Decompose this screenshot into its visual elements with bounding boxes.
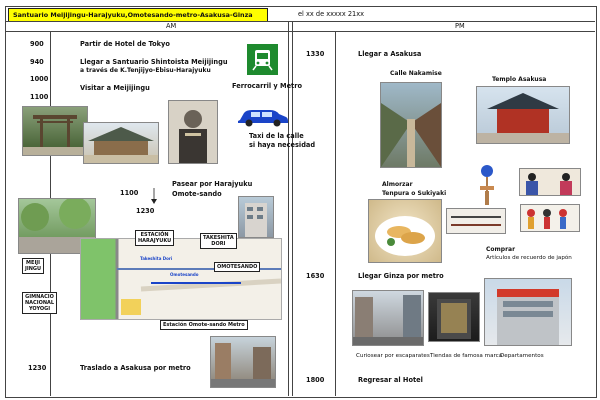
pm-label: PM [455, 22, 465, 30]
asakusa-temple-photo [476, 86, 570, 144]
calle-nakamise-label: Calle Nakamise [390, 70, 442, 77]
map-label-gimnacio: GIMNACIO NACIONAL YOYOGI [22, 292, 58, 314]
event-940-a: Llegar a Santuario Shintoista Meijijingu [80, 58, 228, 66]
almorzar-label: Almorzar [382, 181, 413, 188]
map-label-omotesando: OMOTESANDO [214, 262, 261, 272]
map-road-omotesando: Omotesando [170, 272, 199, 277]
ginza-caption-1: Curiosear por escaparates [356, 353, 430, 359]
kimono-dolls-photo [519, 168, 581, 196]
down-arrow-icon [151, 188, 157, 204]
ginza-caption-3: Departamentos [500, 353, 544, 359]
torii-gate-photo [22, 106, 88, 156]
omotesando-building-photo [238, 196, 274, 238]
header-title: Santuario Meijijingu-Harajyuku,Omotesand… [13, 11, 253, 19]
time-1630: 1630 [306, 272, 325, 280]
header-divider [5, 21, 595, 22]
katana-photo [446, 208, 506, 234]
map-label-estacion: ESTACIÓN HARAJYUKU [135, 230, 175, 246]
taxi-label-a: Taxi de la calle [249, 132, 304, 140]
event-940-b: a través de K.Tenjijyo-Ebisu-Harajyuku [80, 67, 211, 74]
walk-label-a: Pasear por Harajyuku [172, 180, 253, 188]
event-1000: Visitar a Meijijingu [80, 84, 150, 92]
time-1230-walk: 1230 [136, 207, 155, 215]
time-col-line-pm [335, 31, 336, 396]
tempura-label: Tenpura o Sukiyaki [382, 190, 447, 197]
templo-asakusa-label: Templo Asakusa [492, 76, 547, 83]
am-label: AM [166, 22, 177, 30]
event-1330: Llegar a Asakusa [358, 50, 422, 58]
train-label: Ferrocarril y Metro [232, 82, 302, 90]
nakamise-street-photo [380, 82, 442, 168]
map-road-takeshita: Takeshita Dori [140, 256, 173, 261]
event-1230: Traslado a Asakusa por metro [80, 364, 191, 372]
tempura-photo [368, 199, 442, 263]
time-1800: 1800 [306, 376, 325, 384]
train-icon [247, 44, 278, 75]
event-900: Partir de Hotel de Tokyo [80, 40, 170, 48]
ginza-street-photo [352, 290, 424, 346]
event-1800: Regresar al Hotel [358, 376, 423, 384]
time-940: 940 [30, 58, 44, 66]
taxi-label-b: si haya necesidad [249, 141, 316, 149]
time-1100-b: 1100 [120, 189, 139, 197]
center-divider-a [288, 21, 289, 396]
kendama-icon [478, 164, 496, 206]
ginza-brand-store-photo [428, 292, 480, 342]
comprar-label: Comprar [486, 246, 516, 253]
event-1630: Llegar Ginza por metro [358, 272, 444, 280]
time-1230: 1230 [28, 364, 47, 372]
time-1330: 1330 [306, 50, 325, 58]
harajuku-street-photo [210, 336, 276, 388]
department-store-photo [484, 278, 572, 346]
articulos-label: Artículos de recuerdo de japón [486, 255, 572, 261]
ginza-caption-2: Tiendas de famosa marca [430, 353, 503, 359]
time-1100: 1100 [30, 93, 49, 101]
car-icon [236, 104, 290, 128]
header-title-box: Santuario Meijijingu-Harajyuku,Omotesand… [8, 8, 268, 22]
shrine-building-photo [83, 122, 159, 164]
ampm-divider [5, 31, 595, 32]
header-date: el xx de xxxxx 21xx [298, 10, 365, 18]
walk-label-b: Omote-sando [172, 190, 222, 198]
harajuku-map [80, 238, 282, 320]
map-label-takeshita: TAKESHITA DORI [200, 233, 237, 249]
kokeshi-dolls-photo [520, 204, 580, 232]
time-900: 900 [30, 40, 44, 48]
emperor-portrait-photo [168, 100, 218, 164]
time-1000: 1000 [30, 75, 49, 83]
center-divider-b [292, 21, 293, 396]
map-label-meiji: MEIJI JINGU [22, 258, 45, 274]
map-label-metro: Estación Omote-sando Metro [160, 320, 248, 330]
